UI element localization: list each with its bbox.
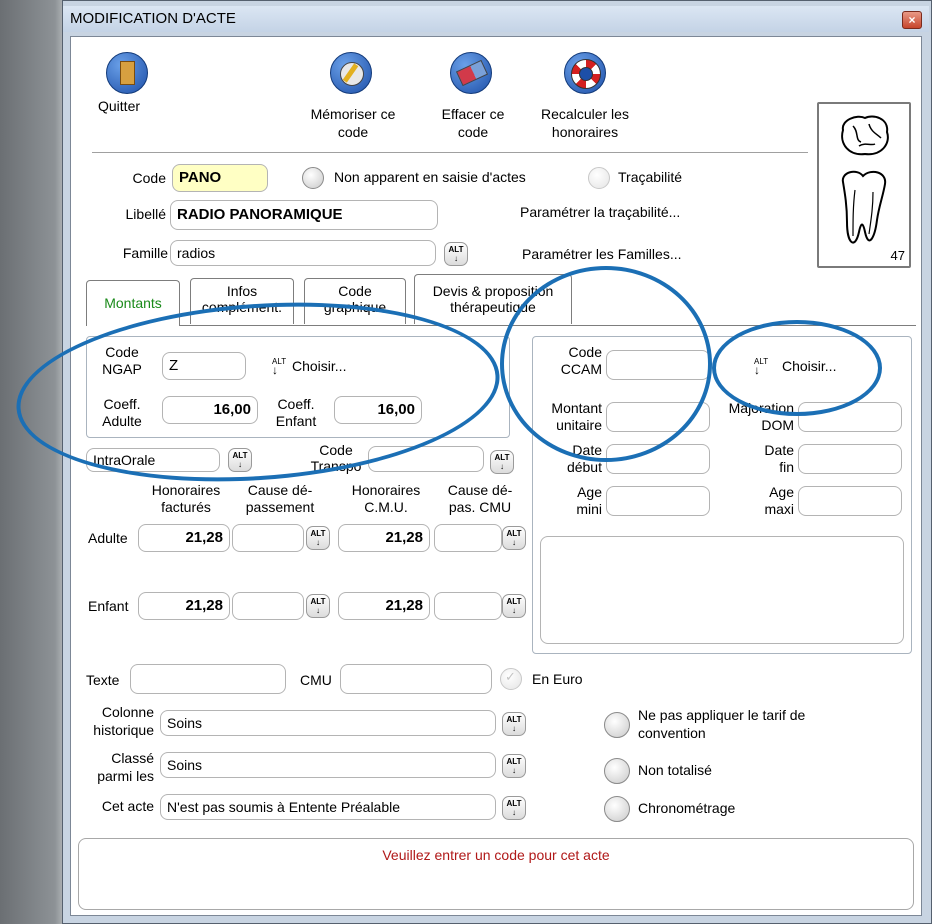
- tracabilite-radio[interactable]: [588, 167, 610, 189]
- date-fin-input[interactable]: [798, 444, 902, 474]
- adulte-row-label: Adulte: [88, 530, 128, 546]
- age-maxi-input[interactable]: [798, 486, 902, 516]
- age-mini-label-2: mini: [576, 501, 602, 517]
- param-tracabilite-link[interactable]: Paramétrer la traçabilité...: [520, 204, 680, 220]
- date-debut-label-2: début: [566, 459, 602, 475]
- texte-label: Texte: [86, 672, 120, 688]
- texte-input[interactable]: [130, 664, 286, 694]
- lifebuoy-icon: [564, 52, 606, 94]
- adulte-cause-cmu-alt-button[interactable]: ALT ↓: [502, 526, 526, 550]
- header-cause-dep-cmu-1: Cause dé-: [447, 482, 513, 498]
- classe-parmi-label-2: parmi les: [97, 768, 154, 784]
- window-title: MODIFICATION D'ACTE: [70, 10, 236, 27]
- date-fin-label-2: fin: [779, 459, 794, 475]
- cmu-label: CMU: [300, 672, 332, 688]
- header-cause-depassement-2: passement: [245, 499, 315, 515]
- tooth-number: 47: [890, 248, 905, 263]
- cet-acte-select[interactable]: N'est pas soumis à Entente Préalable: [160, 794, 496, 820]
- date-fin-label-1: Date: [764, 442, 794, 458]
- libelle-label: Libellé: [125, 206, 166, 222]
- ne-pas-appliquer-label-1: Ne pas appliquer le tarif de: [638, 707, 806, 723]
- colonne-historique-label-2: historique: [93, 722, 154, 738]
- classe-parmi-label-1: Classé: [111, 750, 154, 766]
- colonne-historique-alt-button[interactable]: ALT ↓: [502, 712, 526, 736]
- chronometrage-label: Chronométrage: [638, 800, 736, 816]
- age-mini-input[interactable]: [606, 486, 710, 516]
- age-mini-label-1: Age: [577, 484, 602, 500]
- adulte-cause-alt-button[interactable]: ALT ↓: [306, 526, 330, 550]
- header-honoraires-cmu-2: C.M.U.: [364, 499, 408, 515]
- tracabilite-label: Traçabilité: [618, 169, 683, 185]
- header-cause-depassement-1: Cause dé-: [247, 482, 313, 498]
- colonne-historique-label-1: Colonne: [101, 704, 154, 720]
- adulte-honoraires-cmu-input[interactable]: 21,28: [338, 524, 430, 552]
- quit-label: Quitter: [98, 98, 141, 114]
- erase-label-1: Effacer ce: [441, 106, 505, 122]
- libelle-input[interactable]: RADIO PANORAMIQUE: [170, 200, 438, 230]
- code-input[interactable]: PANO: [172, 164, 268, 192]
- code-transpo-alt-button[interactable]: ALT ↓: [490, 450, 514, 474]
- highlight-oval-ccam-code: [500, 266, 712, 462]
- majoration-dom-label-2: DOM: [761, 417, 794, 433]
- chronometrage-radio[interactable]: [604, 796, 630, 822]
- ne-pas-appliquer-radio[interactable]: [604, 712, 630, 738]
- door-icon: [106, 52, 148, 94]
- famille-select[interactable]: radios: [170, 240, 436, 266]
- header-honoraires-factures-1: Honoraires: [151, 482, 221, 498]
- code-label: Code: [132, 170, 166, 186]
- non-apparent-label: Non apparent en saisie d'actes: [334, 169, 526, 185]
- tooth-root-icon: [841, 170, 887, 244]
- close-button[interactable]: ×: [902, 11, 922, 29]
- en-euro-check-icon: ✓: [505, 669, 516, 684]
- colonne-historique-select[interactable]: Soins: [160, 710, 496, 736]
- header-separator: [92, 152, 808, 154]
- famille-alt-button[interactable]: ALT ↓: [444, 242, 468, 266]
- enfant-cause-cmu-input[interactable]: [434, 592, 502, 620]
- en-euro-label: En Euro: [532, 671, 583, 687]
- highlight-oval-ccam-choose: [712, 320, 882, 416]
- recalc-label-2: honoraires: [551, 124, 619, 140]
- quit-button[interactable]: Quitter: [98, 52, 158, 122]
- non-apparent-radio[interactable]: [302, 167, 324, 189]
- eraser-icon: [450, 52, 492, 94]
- memorize-code-button[interactable]: Mémoriser ce code: [308, 52, 398, 142]
- adulte-cause-depassement-input[interactable]: [232, 524, 304, 552]
- memorize-label-2: code: [337, 124, 369, 140]
- cet-acte-label: Cet acte: [101, 798, 154, 814]
- memorize-label-1: Mémoriser ce: [310, 106, 396, 122]
- non-totalise-radio[interactable]: [604, 758, 630, 784]
- erase-code-button[interactable]: Effacer ce code: [428, 52, 518, 142]
- age-maxi-label-1: Age: [769, 484, 794, 500]
- enfant-cause-cmu-alt-button[interactable]: ALT ↓: [502, 594, 526, 618]
- enfant-cause-alt-button[interactable]: ALT ↓: [306, 594, 330, 618]
- erase-label-2: code: [457, 124, 489, 140]
- classe-parmi-select[interactable]: Soins: [160, 752, 496, 778]
- header-honoraires-factures-2: facturés: [161, 499, 211, 515]
- recalc-label-1: Recalculer les: [541, 106, 629, 122]
- famille-label: Famille: [122, 245, 168, 261]
- tooth-crown-icon: [841, 115, 889, 156]
- header-cause-dep-cmu-2: pas. CMU: [448, 499, 512, 515]
- ne-pas-appliquer-label-2: convention: [638, 725, 706, 741]
- param-familles-link[interactable]: Paramétrer les Familles...: [522, 246, 681, 262]
- ccam-description-area[interactable]: [540, 536, 904, 644]
- adulte-honoraires-input[interactable]: 21,28: [138, 524, 230, 552]
- cmu-input[interactable]: [340, 664, 492, 694]
- non-totalise-label: Non totalisé: [638, 762, 712, 778]
- classe-parmi-alt-button[interactable]: ALT ↓: [502, 754, 526, 778]
- enfant-row-label: Enfant: [88, 598, 129, 614]
- status-message-box: Veuillez entrer un code pour cet acte: [78, 838, 914, 910]
- age-maxi-label-2: maxi: [764, 501, 794, 517]
- tooth-panel[interactable]: 47: [817, 102, 911, 268]
- enfant-honoraires-input[interactable]: 21,28: [138, 592, 230, 620]
- enfant-cause-depassement-input[interactable]: [232, 592, 304, 620]
- enfant-honoraires-cmu-input[interactable]: 21,28: [338, 592, 430, 620]
- header-honoraires-cmu-1: Honoraires: [351, 482, 421, 498]
- disk-icon: [330, 52, 372, 94]
- status-message: Veuillez entrer un code pour cet acte: [382, 847, 610, 863]
- adulte-cause-cmu-input[interactable]: [434, 524, 502, 552]
- recalculate-fees-button[interactable]: Recalculer les honoraires: [530, 52, 640, 142]
- cet-acte-alt-button[interactable]: ALT ↓: [502, 796, 526, 820]
